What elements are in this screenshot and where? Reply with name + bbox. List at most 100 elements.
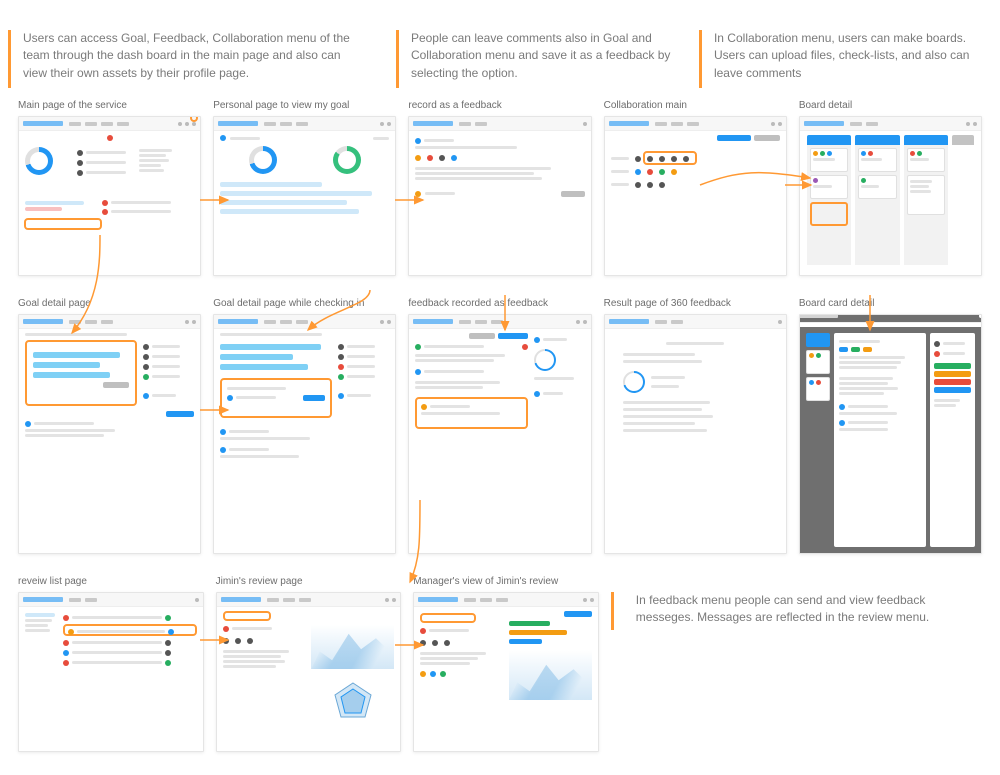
kanban-card[interactable] bbox=[907, 148, 945, 172]
screens-grid: Main page of the service bbox=[0, 100, 1000, 752]
kanban-card bbox=[806, 377, 831, 401]
trend-chart bbox=[509, 650, 592, 700]
app-logo-icon bbox=[23, 121, 63, 126]
new-board-button[interactable] bbox=[717, 135, 751, 141]
grid-row-3: reveiw list page bbox=[18, 576, 982, 752]
screen-collab-main bbox=[604, 116, 787, 276]
progress-donut bbox=[249, 146, 277, 174]
cell-360-result: Result page of 360 feedback bbox=[604, 298, 787, 554]
secondary-button[interactable] bbox=[469, 333, 495, 339]
screen-label: Manager's view of Jimin's review bbox=[413, 576, 599, 588]
grid-row-2: Goal detail page bbox=[18, 298, 982, 554]
card-detail-panel bbox=[834, 333, 926, 547]
primary-button[interactable] bbox=[564, 611, 592, 617]
secondary-button[interactable] bbox=[754, 135, 780, 141]
screen-label: feedback recorded as feedback bbox=[408, 298, 591, 310]
screen-label: Goal detail page while checking in bbox=[213, 298, 396, 310]
screen-goal-checkin bbox=[213, 314, 396, 554]
kanban-add-column[interactable] bbox=[952, 135, 974, 263]
screen-personal-page bbox=[213, 116, 396, 276]
accent-bar bbox=[611, 592, 614, 630]
header-block-2: People can leave comments also in Goal a… bbox=[396, 30, 679, 88]
highlight bbox=[223, 611, 271, 621]
cancel-button[interactable] bbox=[561, 191, 585, 197]
kanban-card[interactable] bbox=[858, 148, 896, 172]
kanban-column bbox=[807, 135, 851, 263]
score-donut bbox=[623, 371, 645, 393]
highlight bbox=[420, 613, 476, 623]
cell-goal-checkin: Goal detail page while checking in bbox=[213, 298, 396, 554]
accent-bar bbox=[699, 30, 702, 88]
screen-feedback-recorded bbox=[408, 314, 591, 554]
header-text-1: Users can access Goal, Feedback, Collabo… bbox=[23, 30, 363, 82]
kanban-card[interactable] bbox=[907, 175, 945, 215]
highlight bbox=[24, 218, 102, 230]
primary-button[interactable] bbox=[166, 411, 194, 417]
screen-label: Collaboration main bbox=[604, 100, 787, 112]
distribution-chart bbox=[311, 625, 394, 669]
cell-main-page: Main page of the service bbox=[18, 100, 201, 276]
kanban-card[interactable] bbox=[858, 175, 896, 199]
highlight bbox=[810, 202, 848, 226]
avatar-icon bbox=[107, 135, 113, 141]
card-body bbox=[25, 135, 194, 269]
cell-review-list: reveiw list page bbox=[18, 576, 204, 752]
primary-button[interactable] bbox=[498, 333, 528, 339]
progress-donut bbox=[25, 147, 53, 175]
save-button[interactable] bbox=[303, 395, 325, 401]
radar-chart-icon bbox=[331, 679, 375, 723]
cell-annotation: In feedback menu people can send and vie… bbox=[611, 576, 982, 752]
screen-review-list bbox=[18, 592, 204, 752]
kanban-card[interactable] bbox=[810, 148, 848, 172]
screen-record-feedback bbox=[408, 116, 591, 276]
cell-record-feedback: record as a feedback bbox=[408, 100, 591, 276]
screen-label: Board detail bbox=[799, 100, 982, 112]
header-text-2: People can leave comments also in Goal a… bbox=[411, 30, 679, 82]
cell-board-card-detail: Board card detail bbox=[799, 298, 982, 554]
cell-feedback-recorded: feedback recorded as feedback bbox=[408, 298, 591, 554]
cell-personal-page: Personal page to view my goal bbox=[213, 100, 396, 276]
kanban-column bbox=[855, 135, 899, 263]
kanban-card bbox=[806, 350, 831, 374]
screen-board-card-detail bbox=[799, 314, 982, 554]
topbar-nav bbox=[69, 122, 129, 126]
screen-board-detail bbox=[799, 116, 982, 276]
kanban-card bbox=[806, 333, 831, 347]
header-text-3: In Collaboration menu, users can make bo… bbox=[714, 30, 982, 82]
spacer bbox=[611, 576, 982, 588]
annotation-block: In feedback menu people can send and vie… bbox=[611, 592, 982, 630]
cell-jimin-review: Jimin's review page bbox=[216, 576, 402, 752]
screen-goal-detail bbox=[18, 314, 201, 554]
highlight bbox=[25, 340, 137, 406]
app-topbar bbox=[19, 117, 200, 131]
kanban-card[interactable] bbox=[810, 175, 848, 199]
screen-label: Board card detail bbox=[799, 298, 982, 310]
screen-jimin-review bbox=[216, 592, 402, 752]
secondary-button[interactable] bbox=[103, 382, 129, 388]
highlight bbox=[220, 378, 332, 418]
screen-label: Result page of 360 feedback bbox=[604, 298, 787, 310]
cell-goal-detail: Goal detail page bbox=[18, 298, 201, 554]
topbar-right-icons bbox=[178, 122, 196, 126]
screen-label: Goal detail page bbox=[18, 298, 201, 310]
header-row: Users can access Goal, Feedback, Collabo… bbox=[0, 0, 1000, 100]
grid-row-1: Main page of the service bbox=[18, 100, 982, 276]
screen-label: Jimin's review page bbox=[216, 576, 402, 588]
highlight bbox=[643, 151, 697, 165]
screen-label: record as a feedback bbox=[408, 100, 591, 112]
screen-main-page bbox=[18, 116, 201, 276]
highlight bbox=[63, 624, 196, 636]
card-detail-sidebar bbox=[930, 333, 975, 547]
screen-manager-view bbox=[413, 592, 599, 752]
screen-360-result bbox=[604, 314, 787, 554]
cell-board-detail: Board detail bbox=[799, 100, 982, 276]
cell-manager-view: Manager's view of Jimin's review bbox=[413, 576, 599, 752]
screen-label: Main page of the service bbox=[18, 100, 201, 112]
progress-donut bbox=[333, 146, 361, 174]
header-block-3: In Collaboration menu, users can make bo… bbox=[699, 30, 982, 88]
accent-bar bbox=[8, 30, 11, 88]
annotation-text: In feedback menu people can send and vie… bbox=[636, 592, 982, 627]
cell-collab-main: Collaboration main bbox=[604, 100, 787, 276]
kanban-column bbox=[904, 135, 948, 263]
highlight bbox=[415, 397, 527, 429]
